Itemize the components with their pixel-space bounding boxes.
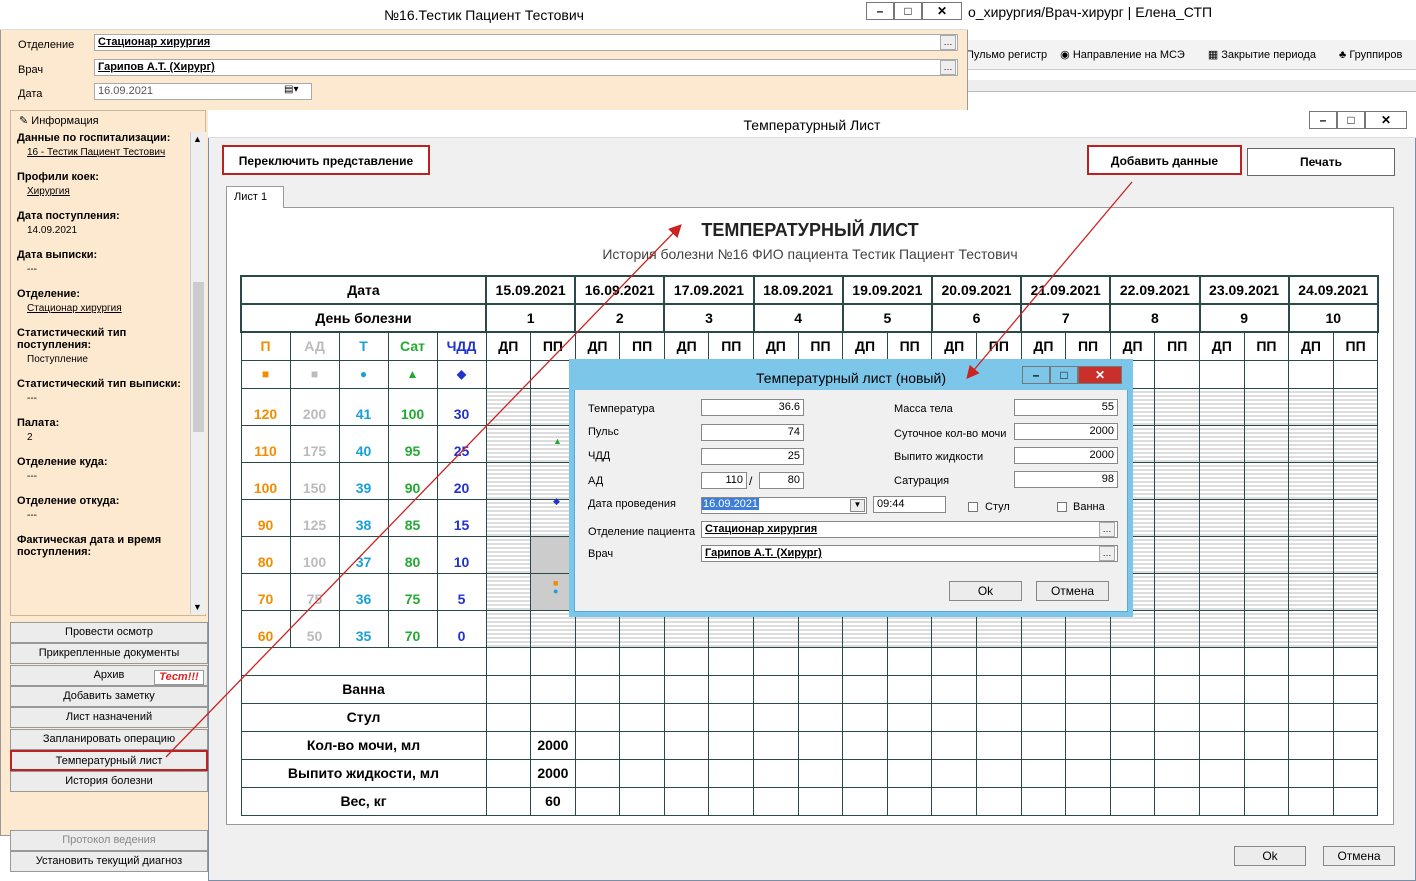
annotation-arrows (165, 181, 1133, 758)
arrow-to-heading (165, 224, 682, 758)
arrow-to-dialog (966, 181, 1133, 379)
